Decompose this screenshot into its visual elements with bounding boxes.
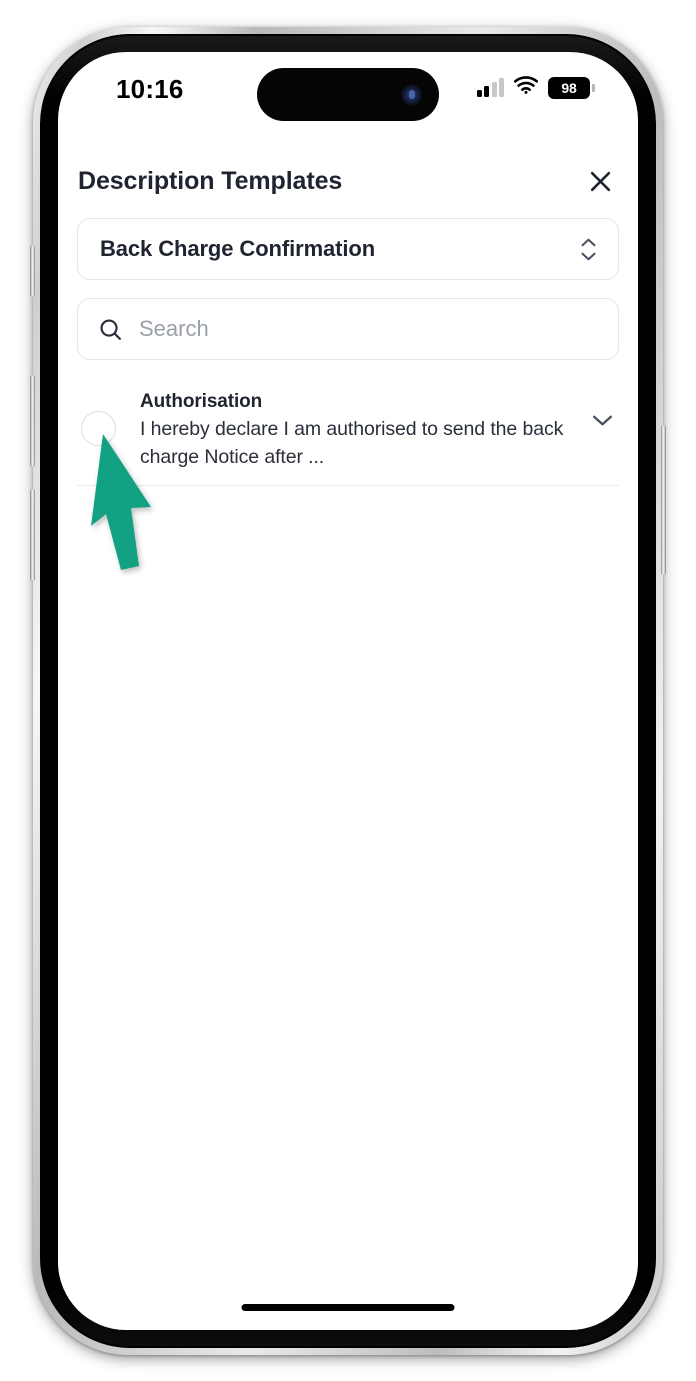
- home-indicator: [241, 1304, 455, 1311]
- phone-device: 10:16 98 Description Templates Back Char…: [30, 27, 666, 1355]
- front-camera-icon: [401, 84, 422, 105]
- template-select[interactable]: Back Charge Confirmation: [77, 218, 619, 280]
- search-input[interactable]: [139, 316, 598, 342]
- power-button[interactable]: [661, 425, 666, 575]
- close-icon: [590, 171, 610, 191]
- wifi-icon: [513, 76, 539, 99]
- battery-icon: 98: [548, 76, 590, 99]
- list-item-text: Authorisation I hereby declare I am auth…: [140, 388, 585, 471]
- template-list: Authorisation I hereby declare I am auth…: [77, 382, 619, 486]
- app-header: Description Templates: [58, 150, 638, 212]
- status-icons: 98: [476, 76, 590, 99]
- dynamic-island: [257, 68, 439, 121]
- chevron-up-down-icon: [581, 238, 596, 261]
- status-time: 10:16: [116, 74, 184, 104]
- main-content: Back Charge Confirmation Search Authoris…: [58, 212, 638, 1330]
- list-item-title: Authorisation: [140, 391, 263, 412]
- status-bar: 10:16 98: [58, 52, 638, 126]
- cellular-bars-icon: [476, 77, 504, 97]
- page-title: Description Templates: [78, 166, 343, 195]
- battery-level: 98: [561, 79, 577, 96]
- template-select-value: Back Charge Confirmation: [100, 236, 376, 261]
- search-icon: [98, 317, 123, 342]
- phone-screen: 10:16 98 Description Templates Back Char…: [58, 52, 638, 1330]
- chevron-down-icon[interactable]: [585, 414, 619, 427]
- search-field[interactable]: [77, 298, 619, 360]
- close-button[interactable]: [580, 161, 620, 201]
- action-button[interactable]: [30, 245, 35, 297]
- volume-up-button[interactable]: [30, 375, 35, 467]
- list-item[interactable]: Authorisation I hereby declare I am auth…: [77, 382, 619, 486]
- radio-unchecked-icon[interactable]: [81, 411, 116, 446]
- list-item-description: I hereby declare I am authorised to send…: [140, 418, 564, 468]
- volume-down-button[interactable]: [30, 489, 35, 581]
